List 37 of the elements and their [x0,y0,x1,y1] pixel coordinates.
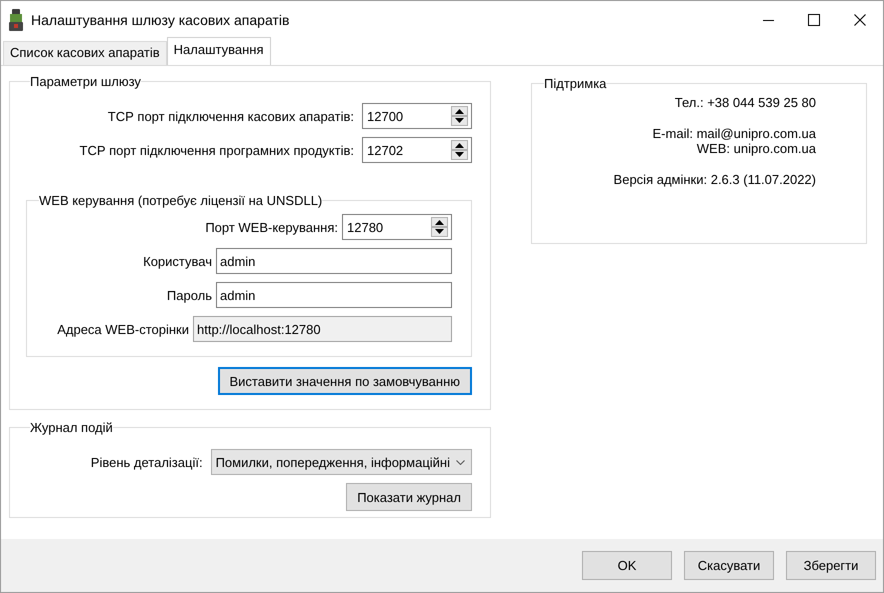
cash-register-icon [9,9,23,31]
group-title: Параметри шлюзу [30,74,141,89]
field-label: Користувач [143,254,212,268]
dialog-button[interactable]: Зберегти [786,551,876,580]
input-field[interactable]: http://localhost:12780 [193,316,452,342]
level-dropdown[interactable]: Помилки, попередження, інформаційні [210,449,472,475]
input-field[interactable]: admin [216,282,452,308]
reset-defaults-button[interactable]: Виставити значення по замовчуванню [218,367,472,395]
spin-arrows-icon[interactable] [451,106,468,126]
field-label: Адреса WEB-сторінки [57,322,189,336]
dialog-button[interactable]: OK [582,551,672,580]
tab[interactable]: Налаштування [166,37,271,66]
show-log-button[interactable]: Показати журнал [346,483,472,511]
dialog-button[interactable]: Скасувати [684,551,774,580]
support-info: Версія адмінки: 2.6.3 (11.07.2022) [614,172,816,187]
number-field[interactable]: 12700 [362,103,472,129]
input-field[interactable]: admin [216,248,452,274]
field-label: ТСР порт підключення програмних продуктів: [80,142,354,158]
field-label: ТСР порт підключення касових апаратів: [108,108,354,124]
number-field[interactable]: 12780 [342,214,452,240]
number-field[interactable]: 12702 [362,137,472,163]
spin-arrows-icon[interactable] [451,140,468,160]
maximize-icon [808,14,820,26]
support-info: Тел.: +38 044 539 25 80 [674,95,816,110]
window-title: Налаштування шлюзу касових апаратів [31,12,290,28]
chevron-down-icon [456,460,465,464]
close-icon [854,14,866,26]
tab[interactable]: Список касових апаратів [3,41,167,65]
field-label: Порт WEB-керування: [205,220,338,234]
field-label: Рівень деталізації: [90,454,203,470]
support-info: WEB: unipro.com.ua [696,141,816,156]
group-title: WEB керування (потребує ліцензії на UNSDLL) [39,193,322,208]
field-label: Пароль [166,288,212,302]
group-title: Підтримка [544,76,606,91]
spin-arrows-icon[interactable] [431,217,448,237]
group-title: Журнал подій [30,420,113,435]
support-info: E-mail: mail@unipro.com.ua [652,126,816,141]
